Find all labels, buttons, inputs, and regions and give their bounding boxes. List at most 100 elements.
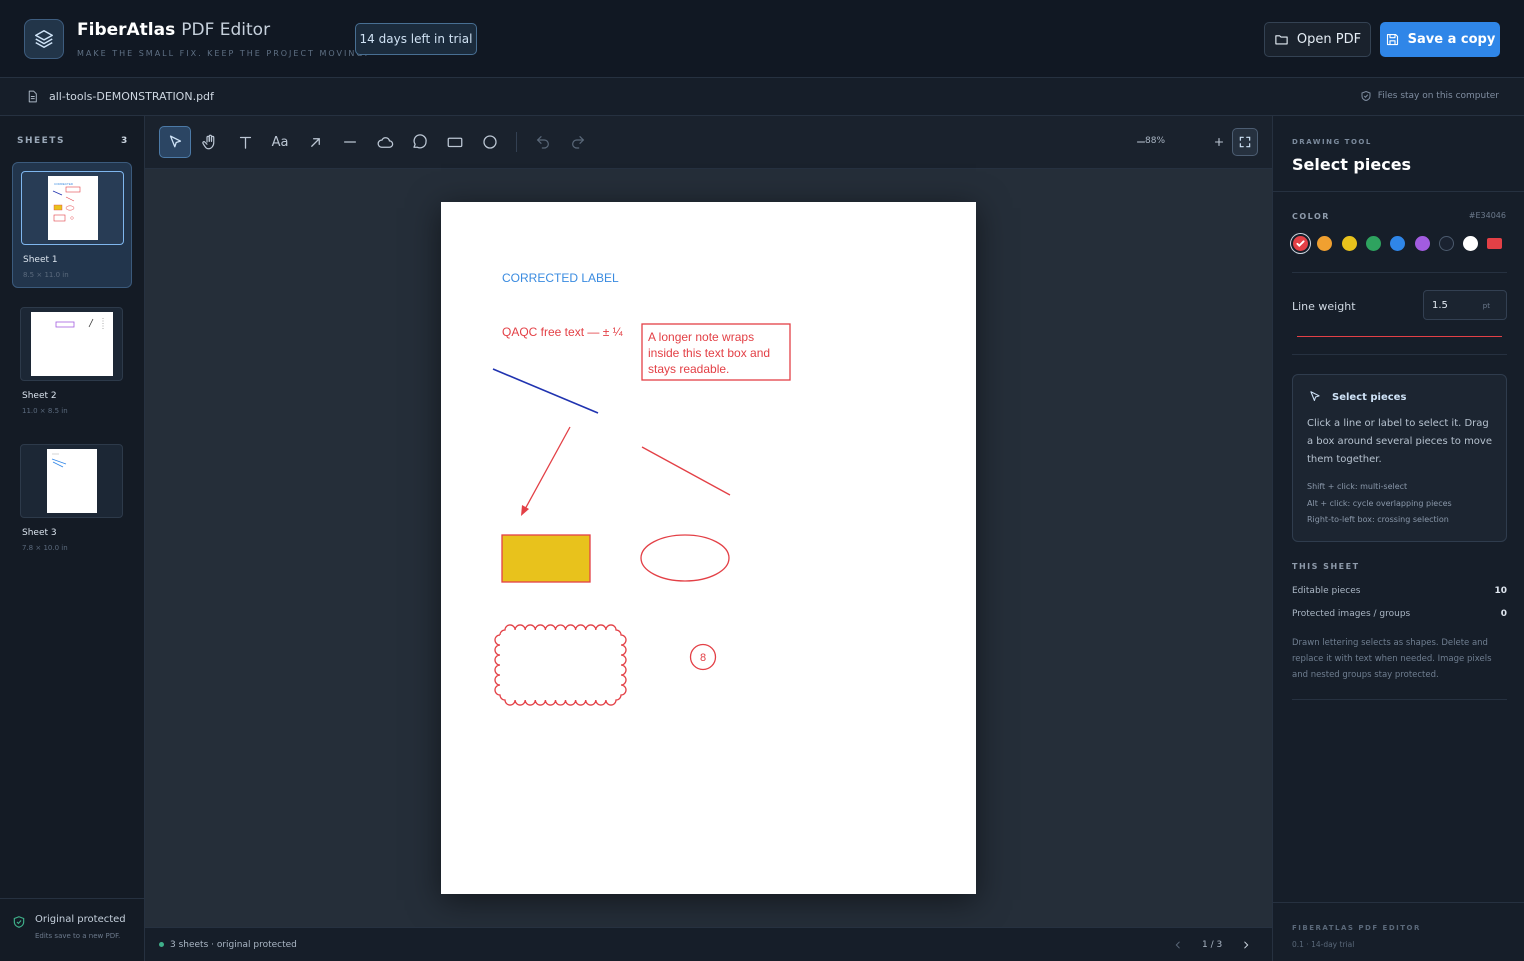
ellipse-markup[interactable] (640, 534, 730, 582)
fullscreen-icon (1239, 136, 1251, 148)
product-name: PDF Editor (181, 20, 271, 40)
cloud-markup[interactable] (494, 624, 627, 706)
undo-button[interactable] (527, 126, 559, 158)
corrected-label[interactable]: CORRECTED LABEL (502, 271, 619, 285)
protected-groups-row: Protected images / groups 0 (1292, 609, 1507, 619)
check-icon (1296, 240, 1305, 248)
this-sheet-heading: THIS SHEET (1292, 562, 1360, 571)
sheet-dimensions: 11.0 × 8.5 in (22, 407, 68, 415)
save-copy-button[interactable]: Save a copy (1380, 22, 1500, 57)
undo-icon (536, 136, 549, 149)
status-dot (159, 942, 164, 947)
next-page-icon[interactable] (1241, 940, 1251, 950)
arrow-tool-button[interactable] (299, 126, 331, 158)
blue-line-markup[interactable] (492, 368, 599, 414)
plus-icon (1214, 137, 1224, 147)
arrow-icon (310, 137, 320, 147)
file-bar: all-tools-DEMONSTRATION.pdf Files stay o… (0, 78, 1524, 116)
sheets-count: 3 (121, 136, 128, 146)
color-hex: #E34046 (1468, 211, 1506, 220)
save-copy-label: Save a copy (1407, 32, 1496, 47)
line-weight-label: Line weight (1292, 300, 1356, 313)
stat-label: Protected images / groups (1292, 609, 1411, 619)
pdf-page[interactable]: CORRECTED LABEL QAQC free text — ± ¼ A l… (441, 202, 976, 894)
save-icon (1386, 33, 1398, 46)
color-swatch[interactable] (1390, 236, 1406, 251)
color-swatch[interactable] (1365, 236, 1381, 251)
divider (1292, 354, 1507, 355)
redo-button[interactable] (562, 126, 594, 158)
line-weight-value: 1.5 (1432, 300, 1448, 311)
custom-color-swatch[interactable] (1487, 238, 1503, 249)
text-tool-button[interactable] (229, 126, 261, 158)
divider (1292, 272, 1507, 273)
note-line-2: inside this text box and (648, 346, 770, 360)
protected-subtitle: Edits save to a new PDF. (35, 932, 121, 940)
brand-name: FiberAtlas (77, 20, 176, 40)
callout-tool-button[interactable] (404, 126, 436, 158)
hint-line: Shift + click: multi-select (1307, 482, 1408, 491)
sheet-name: Sheet 1 (23, 255, 58, 265)
protected-title: Original protected (35, 914, 126, 925)
zoom-level: 88% (1145, 136, 1166, 146)
sheet-note: Drawn lettering selects as shapes. Delet… (1292, 638, 1492, 680)
rectangle-tool-button[interactable] (439, 126, 471, 158)
svg-text:CORRECTED: CORRECTED (54, 182, 74, 186)
toolbar-divider (516, 132, 517, 152)
sheet-item-3[interactable]: Sheet 3 7.8 × 10.0 in (12, 436, 132, 562)
color-swatch[interactable] (1293, 236, 1308, 251)
color-swatch[interactable] (1463, 236, 1479, 251)
sheet-dimensions: 8.5 × 11.0 in (23, 271, 69, 279)
zoom-in-button[interactable] (1212, 126, 1226, 158)
rectangle-icon (447, 137, 463, 148)
sheet-thumbnail: CORRECTED (21, 171, 124, 245)
footer-title: FIBERATLAS PDF EDITOR (1292, 924, 1421, 932)
editable-pieces-row: Editable pieces 10 (1292, 586, 1507, 596)
font-icon: Aa (271, 134, 289, 150)
page-markups: CORRECTED LABEL QAQC free text — ± ¼ A l… (492, 271, 791, 706)
stat-value: 10 (1494, 586, 1507, 596)
sheet-name: Sheet 2 (22, 391, 57, 401)
color-swatch[interactable] (1438, 236, 1454, 251)
open-pdf-button[interactable]: Open PDF (1264, 22, 1371, 57)
color-swatch[interactable] (1341, 236, 1357, 251)
status-text: 3 sheets · original protected (170, 940, 297, 950)
cloud-tool-button[interactable] (369, 126, 401, 158)
drawing-toolbar: Aa 88% (145, 116, 1272, 169)
properties-panel: DRAWING TOOL Select pieces COLOR #E34046… (1272, 116, 1524, 961)
color-swatch[interactable] (1317, 236, 1333, 251)
footer-version: 0.1 · 14-day trial (1292, 940, 1355, 949)
color-swatch[interactable] (1414, 236, 1430, 251)
red-line-markup[interactable] (641, 446, 731, 496)
app-title: FiberAtlas PDF Editor (77, 20, 270, 40)
redo-icon (572, 136, 585, 149)
font-tool-button[interactable]: Aa (264, 126, 296, 158)
note-line-1: A longer note wraps (648, 330, 754, 344)
fit-page-button[interactable] (1232, 128, 1258, 156)
sheet-thumbnail (20, 444, 123, 518)
hand-icon (202, 134, 215, 150)
line-tool-button[interactable] (334, 126, 366, 158)
line-weight-preview (1297, 336, 1502, 337)
ellipse-tool-button[interactable] (474, 126, 506, 158)
shield-check-icon (1361, 90, 1371, 102)
stat-label: Editable pieces (1292, 586, 1361, 596)
line-weight-input[interactable]: 1.5 pt (1423, 290, 1507, 320)
color-label: COLOR (1292, 212, 1330, 221)
hand-tool-button[interactable] (194, 126, 226, 158)
sheet-item-2[interactable]: Sheet 2 11.0 × 8.5 in (12, 299, 132, 425)
trial-badge[interactable]: 14 days left in trial (355, 23, 477, 55)
prev-page-icon[interactable] (1173, 940, 1183, 950)
cloud-icon (377, 136, 393, 148)
divider (1273, 191, 1524, 192)
free-text-markup[interactable]: QAQC free text — ± ¼ (502, 325, 624, 339)
select-tool-button[interactable] (159, 126, 191, 158)
line-weight-unit: pt (1482, 302, 1490, 310)
select-icon (1310, 391, 1320, 402)
file-icon (28, 90, 37, 103)
status-bar: 3 sheets · original protected 1 / 3 (145, 927, 1272, 961)
arrow-head (521, 505, 529, 516)
sheet-item-1[interactable]: CORRECTED Sheet 1 8.5 × 11.0 in (12, 162, 132, 288)
filled-rectangle-markup[interactable] (501, 534, 591, 583)
arrow-markup[interactable] (523, 426, 571, 512)
